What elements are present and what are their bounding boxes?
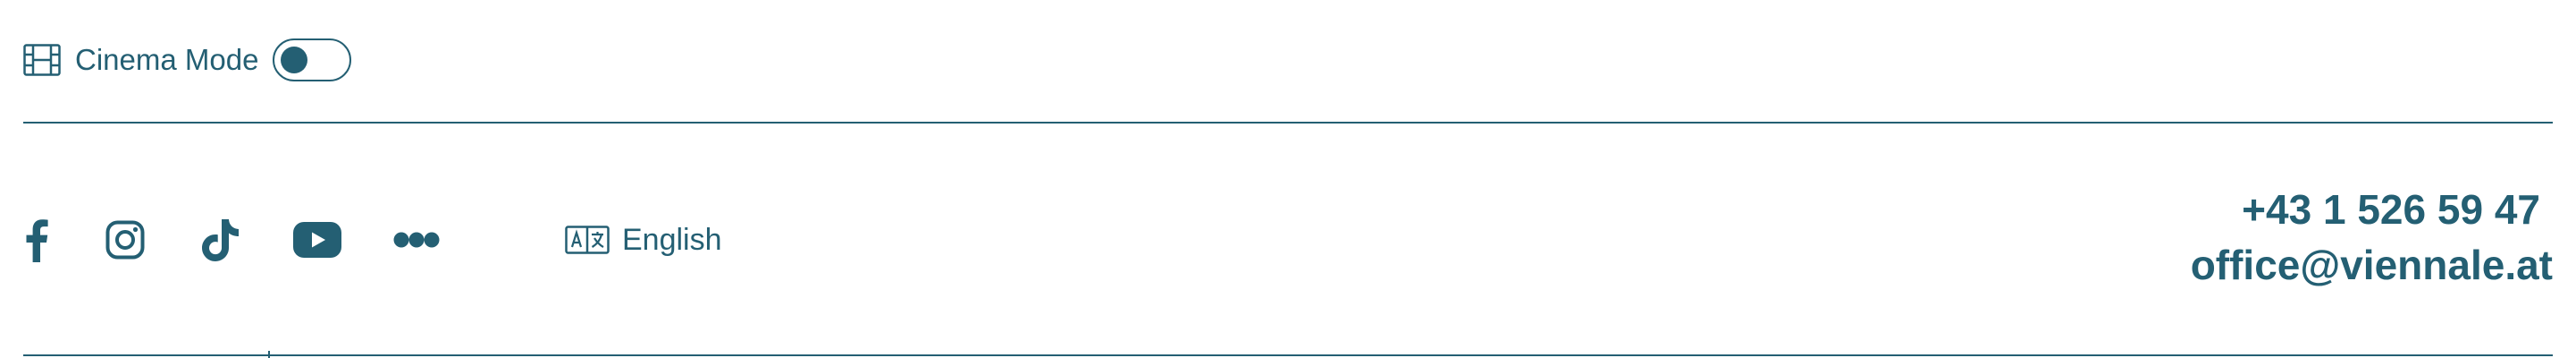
phone-number[interactable]: +43 1 526 59 47	[2191, 183, 2540, 236]
language-selector[interactable]: English	[565, 218, 722, 261]
facebook-link[interactable]	[21, 215, 50, 265]
language-label: English	[622, 223, 722, 257]
facebook-icon	[26, 219, 48, 262]
youtube-icon	[293, 222, 341, 258]
translate-icon	[565, 226, 610, 254]
divider-bottom	[23, 354, 2553, 356]
contact-info: +43 1 526 59 47 office@viennale.at	[2191, 183, 2553, 294]
footer-page: Cinema Mode English +43 1 526 59 47 offi…	[0, 0, 2576, 358]
cinema-mode-toggle[interactable]	[273, 38, 352, 81]
instagram-icon	[105, 220, 145, 260]
divider-top	[23, 122, 2553, 124]
toggle-knob	[281, 47, 308, 73]
film-icon	[23, 44, 61, 76]
divider-tick	[268, 351, 270, 358]
instagram-link[interactable]	[105, 215, 145, 265]
tiktok-icon	[202, 219, 239, 261]
social-links	[21, 215, 440, 265]
email-link[interactable]: office@viennale.at	[2191, 236, 2553, 294]
flickr-link[interactable]	[393, 215, 440, 265]
cinema-mode-label: Cinema Mode	[75, 43, 259, 76]
tiktok-link[interactable]	[200, 215, 241, 265]
cinema-mode-row: Cinema Mode	[23, 36, 352, 84]
youtube-link[interactable]	[293, 215, 341, 265]
flickr-icon	[393, 232, 440, 248]
